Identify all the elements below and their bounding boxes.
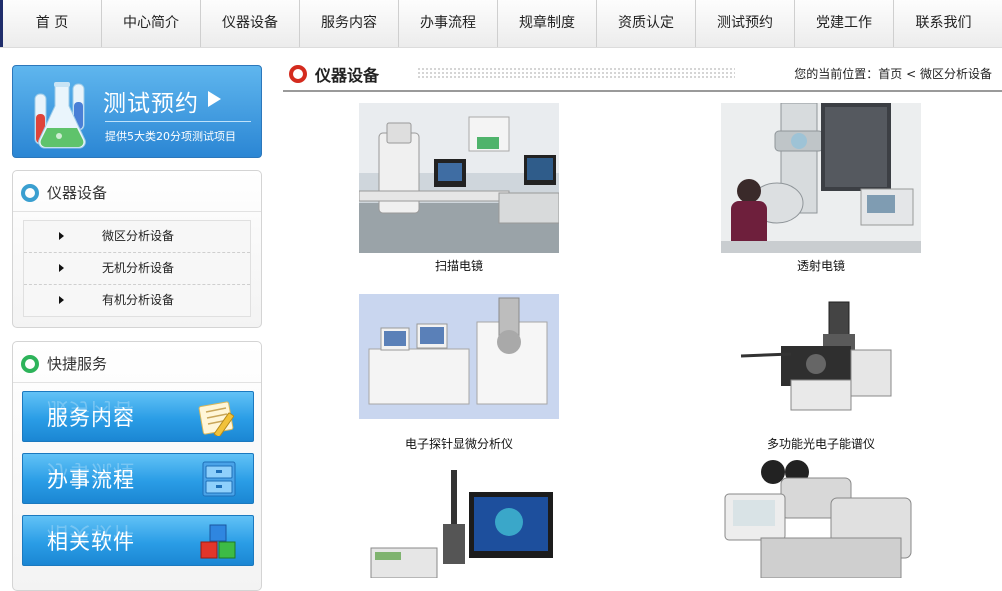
breadcrumb-current-link[interactable]: 微区分析设备 [920,67,992,81]
category-label: 无机分析设备 [102,261,175,275]
instrument-name[interactable]: 电子探针显微分析仪 [359,435,559,452]
breadcrumb-prefix: 您的当前位置： [794,67,879,81]
category-label: 微区分析设备 [102,229,175,243]
afm-photo[interactable] [359,464,559,578]
triangle-bullet-icon [59,264,64,272]
panel-header: 仪器设备 [13,171,261,212]
quick-service-panel: 快捷服务 服务内容 服务内容 办事流程 办事流程 相关软件 相关软件 [12,341,262,591]
breadcrumb-home-link[interactable]: 首页 [878,67,902,81]
nav-booking[interactable]: 测试预约 [696,0,795,47]
category-item-inorganic[interactable]: 无机分析设备 [24,253,250,285]
instrument-card-sem: 扫描电镜 [359,103,559,274]
epma-photo[interactable] [359,294,559,419]
tem-photo[interactable] [721,103,921,253]
instrument-name[interactable]: 扫描电镜 [359,257,559,274]
instrument-card-microscope [721,458,921,578]
booking-promo-banner[interactable]: 测试预约 提供5大类20分项测试项目 [12,65,262,158]
nav-regulations[interactable]: 规章制度 [498,0,597,47]
top-nav-bar: 首 页 中心简介 仪器设备 服务内容 办事流程 规章制度 资质认定 测试预约 党… [0,0,1002,48]
button-label-reflection: 服务内容 [47,398,135,422]
nav-contact[interactable]: 联系我们 [894,0,993,47]
file-cabinet-icon [202,461,236,497]
instrument-card-tem: 透射电镜 [721,103,921,274]
green-ring-icon [21,355,39,373]
nav-about[interactable]: 中心简介 [102,0,201,47]
lab-flask-icon [34,82,86,149]
panel-title: 快捷服务 [47,355,108,373]
instrument-category-panel: 仪器设备 微区分析设备 无机分析设备 有机分析设备 [12,170,262,328]
category-list: 微区分析设备 无机分析设备 有机分析设备 [23,220,251,317]
nav-qualification[interactable]: 资质认定 [597,0,696,47]
instrument-card-xps: 多功能光电子能谱仪 [721,294,921,452]
breadcrumb: 您的当前位置：首页 < 微区分析设备 [794,65,992,82]
nav-process[interactable]: 办事流程 [399,0,498,47]
panel-title: 仪器设备 [47,184,108,202]
category-item-micro[interactable]: 微区分析设备 [24,221,250,253]
software-button[interactable]: 相关软件 相关软件 [22,515,254,566]
play-arrow-icon [208,91,221,107]
promo-subtitle: 提供5大类20分项测试项目 [105,130,236,143]
content-header: 仪器设备 您的当前位置：首页 < 微区分析设备 [283,58,1002,92]
category-label: 有机分析设备 [102,293,175,307]
sem-photo[interactable] [359,103,559,253]
dotted-divider [417,67,735,79]
notepad-pencil-icon [198,401,235,436]
triangle-bullet-icon [59,296,64,304]
microscope-photo[interactable] [721,458,921,578]
nav-party[interactable]: 党建工作 [795,0,894,47]
process-button[interactable]: 办事流程 办事流程 [22,453,254,504]
nav-instruments[interactable]: 仪器设备 [201,0,300,47]
blue-ring-icon [21,184,39,202]
red-ring-icon [289,65,307,83]
promo-divider [105,121,251,122]
panel-header: 快捷服务 [13,342,261,383]
nav-services[interactable]: 服务内容 [300,0,399,47]
button-label-reflection: 相关软件 [47,522,135,546]
instrument-card-afm [359,464,559,578]
triangle-bullet-icon [59,232,64,240]
button-label-reflection: 办事流程 [47,460,135,484]
instrument-name[interactable]: 多功能光电子能谱仪 [721,435,921,452]
page-title: 仪器设备 [315,66,380,85]
service-content-button[interactable]: 服务内容 服务内容 [22,391,254,442]
nav-home[interactable]: 首 页 [3,0,102,47]
instrument-name[interactable]: 透射电镜 [721,257,921,274]
main-nav: 首 页 中心简介 仪器设备 服务内容 办事流程 规章制度 资质认定 测试预约 党… [3,0,993,47]
colored-cubes-icon [200,524,236,559]
xps-photo[interactable] [721,294,921,419]
category-item-organic[interactable]: 有机分析设备 [24,285,250,316]
instrument-card-epma: 电子探针显微分析仪 [359,294,559,452]
promo-title: 测试预约 [103,91,199,117]
breadcrumb-separator: < [906,67,917,81]
